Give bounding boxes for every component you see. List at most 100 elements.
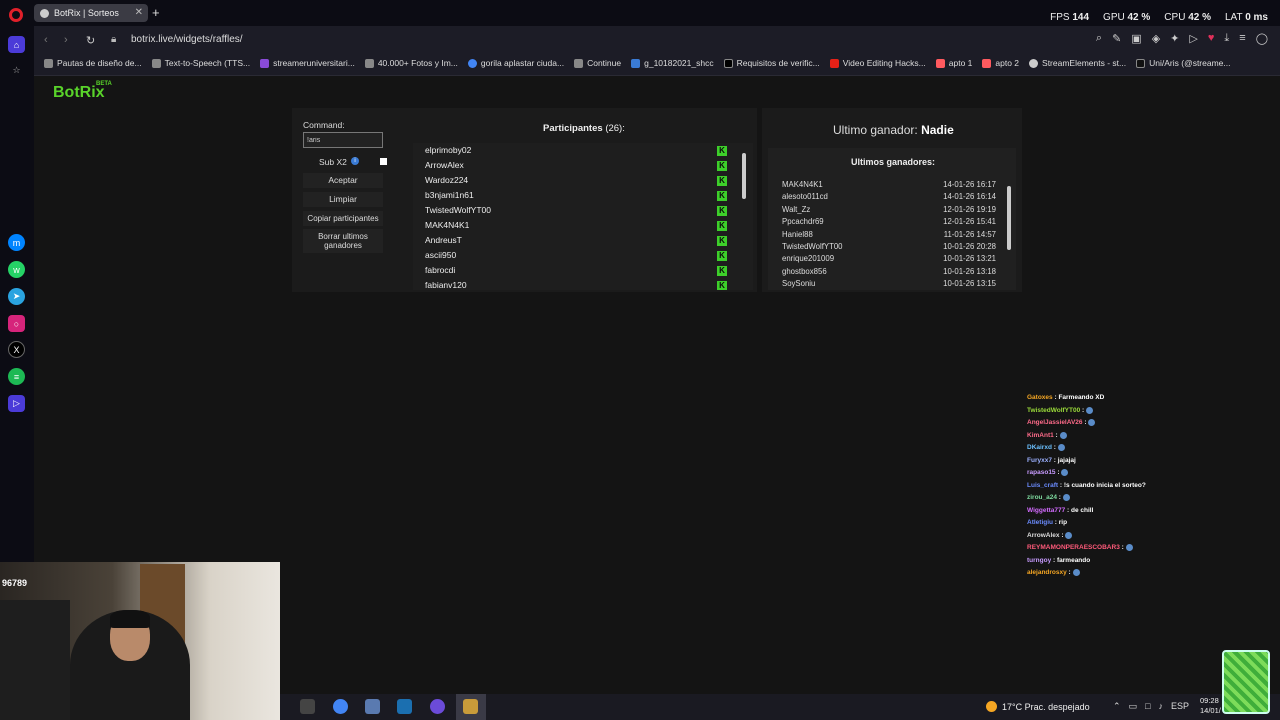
messenger-icon[interactable]: m <box>8 234 25 251</box>
tab-botrix[interactable]: BotRix | Sorteos ✕ <box>34 4 148 22</box>
reload-icon[interactable]: ↻ <box>86 34 95 47</box>
app-icon[interactable] <box>300 699 315 714</box>
menu-icon[interactable]: ≡ <box>1239 32 1245 45</box>
participants-title: Participantes (26): <box>543 123 625 134</box>
bookmark-item[interactable]: gorila aplastar ciuda... <box>467 58 564 68</box>
chat-message: zirou_a24 : <box>1027 494 1247 507</box>
search-icon[interactable]: ⌕ <box>1096 32 1102 45</box>
volume-icon[interactable]: ♪ <box>1159 701 1164 712</box>
winners-list[interactable]: MAK4N4K1 14-01-26 16:17 alesoto011cd 14-01… <box>782 180 996 292</box>
bookmark-item[interactable]: Requisitos de verific... <box>723 58 820 68</box>
steam-icon[interactable] <box>397 699 412 714</box>
back-arrow-icon[interactable]: ‹ <box>44 34 48 46</box>
command-input[interactable] <box>303 132 383 148</box>
chat-username: alejandrosxy <box>1027 569 1067 577</box>
extension-icon[interactable]: ✦ <box>1170 32 1179 45</box>
delete-winners-label-2: ganadores <box>324 241 362 250</box>
whatsapp-icon[interactable]: w <box>8 261 25 278</box>
delete-winners-button[interactable]: Borrar ultimos ganadores <box>303 229 383 253</box>
command-label: Command: <box>303 120 345 130</box>
chat-message: Luis_craft : !s cuando inicia el sorteo? <box>1027 481 1146 489</box>
emote-icon <box>1062 494 1070 501</box>
league-icon[interactable] <box>463 699 478 714</box>
bookmark-item[interactable]: Pautas de diseño de... <box>44 58 142 68</box>
emote-icon <box>1125 544 1133 551</box>
telegram-icon[interactable]: ➤ <box>8 288 25 305</box>
network-icon[interactable]: □ <box>1145 701 1150 712</box>
chat-text: Farmeando XD <box>1058 394 1105 401</box>
participant-row: fabrocdi K <box>413 263 753 278</box>
accept-button[interactable]: Aceptar <box>303 173 383 188</box>
bookmark-item[interactable]: 40.000+ Fotos y Im... <box>364 58 458 68</box>
participant-row: elprimoby02 K <box>413 143 753 158</box>
heart-icon[interactable]: ♥ <box>1208 32 1215 45</box>
bookmark-item[interactable]: streameruniversitari... <box>260 58 355 68</box>
bookmark-item[interactable]: Continue <box>574 58 621 68</box>
beta-badge: BETA <box>96 81 112 87</box>
toolbar-icons: ⌕ ✎ ▣ ◈ ✦ ▷ ♥ ⤓ ≡ ◯ <box>1096 32 1268 45</box>
profile-icon[interactable]: ◯ <box>1256 32 1268 45</box>
chat-username: Gatoxes <box>1027 394 1053 401</box>
edit-icon[interactable]: ✎ <box>1112 32 1121 45</box>
url-field[interactable]: botrix.live/widgets/raffles/ <box>131 34 243 45</box>
participant-row: Wardoz224 K <box>413 173 753 188</box>
winners-scrollbar[interactable] <box>1007 186 1011 250</box>
chat-text: !s cuando inicia el sorteo? <box>1063 481 1146 489</box>
chat-message: AngelJassielAV26 : <box>1027 419 1247 432</box>
last-winner-label: Ultimo ganador: <box>833 123 918 137</box>
clear-button[interactable]: Limpiar <box>303 192 383 207</box>
airbnb-icon <box>982 58 992 68</box>
chat-text: de chill <box>1071 506 1094 514</box>
bookmark-item[interactable]: g_10182021_shcc <box>631 58 714 68</box>
close-tab-icon[interactable]: ✕ <box>135 7 143 18</box>
camera-icon[interactable]: ▣ <box>1131 32 1141 45</box>
bookmark-item[interactable]: Video Editing Hacks... <box>829 58 926 68</box>
bookmark-icon <box>574 58 584 68</box>
instagram-icon[interactable]: ○ <box>8 315 25 332</box>
chat-message: DKairxd : <box>1027 444 1247 457</box>
lock-icon[interactable]: 🔒︎ <box>111 34 116 45</box>
participants-scrollbar[interactable] <box>742 153 746 199</box>
chat-username: Furyxx7 <box>1027 456 1052 464</box>
clock[interactable]: 09:28 14/01/ <box>1200 696 1221 716</box>
copy-participants-button[interactable]: Copiar participantes <box>303 211 383 226</box>
opera-logo-icon[interactable] <box>9 8 23 22</box>
info-icon[interactable]: i <box>351 157 359 165</box>
winner-row: MAK4N4K1 14-01-26 16:17 <box>782 180 996 189</box>
shield-icon[interactable]: ◈ <box>1152 32 1160 45</box>
play-icon[interactable]: ▷ <box>1189 32 1197 45</box>
star-icon[interactable]: ☆ <box>8 62 25 79</box>
bookmark-item[interactable]: Text-to-Speech (TTS... <box>151 58 250 68</box>
spotify-icon[interactable]: ≡ <box>8 368 25 385</box>
discord-icon[interactable] <box>430 699 445 714</box>
bookmark-item[interactable]: apto 1 <box>935 58 972 68</box>
chat-text: rip <box>1058 519 1068 526</box>
bookmark-item[interactable]: Uni/Aris (@streame... <box>1136 58 1231 68</box>
chrome-icon[interactable] <box>333 699 348 714</box>
performance-stats: FPS 144 GPU 42 % CPU 42 % LAT 0 ms <box>1050 12 1268 23</box>
kick-icon: K <box>717 176 727 186</box>
language-indicator[interactable]: ESP <box>1171 701 1189 712</box>
download-icon[interactable]: ⤓ <box>1224 32 1229 45</box>
chevron-up-icon[interactable]: ⌃ <box>1113 701 1121 712</box>
kick-icon: K <box>717 266 727 276</box>
forward-arrow-icon[interactable]: › <box>64 34 68 46</box>
player-icon[interactable]: ▷ <box>8 395 25 412</box>
tiktok-icon <box>1136 58 1146 68</box>
emote-icon <box>1061 469 1069 476</box>
bookmark-item[interactable]: StreamElements - st... <box>1029 58 1126 68</box>
battery-icon[interactable]: ▭ <box>1129 701 1138 712</box>
x-icon[interactable]: X <box>8 341 25 358</box>
home-icon[interactable]: ⌂ <box>8 36 25 53</box>
participants-list[interactable]: elprimoby02 K ArrowAlex K Wardoz224 K b3nja… <box>413 143 753 290</box>
calculator-icon[interactable] <box>365 699 380 714</box>
participant-row: AndreusT K <box>413 233 753 248</box>
chat-message: TwistedWolfYT00 : <box>1027 406 1247 420</box>
chat-message: alejandrosxy : <box>1027 569 1247 582</box>
bookmark-item[interactable]: apto 2 <box>982 58 1019 68</box>
sub-x2-checkbox[interactable] <box>380 158 387 165</box>
emote-icon <box>1057 444 1065 451</box>
chat-message: Furyxx7 : jajajaj <box>1027 456 1076 464</box>
new-tab-button[interactable]: + <box>152 5 160 20</box>
weather-widget[interactable]: 17°C Prac. despejado <box>986 701 1090 712</box>
